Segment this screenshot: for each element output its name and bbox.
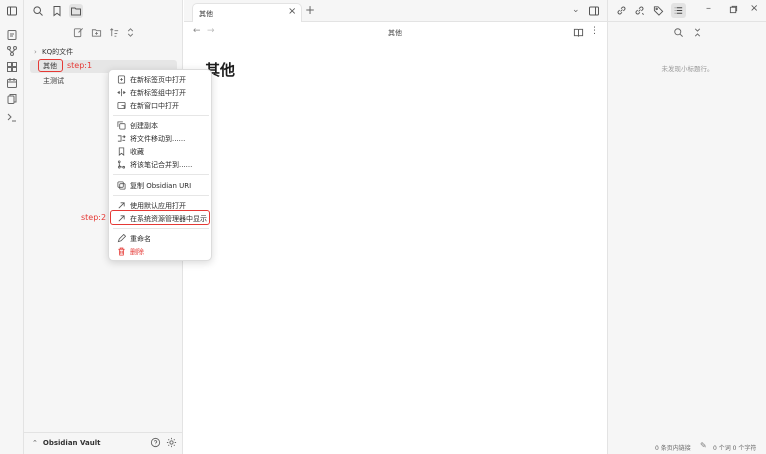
tree-folder-row[interactable]: › KQ的文件: [34, 46, 73, 58]
outline-collapse-icon[interactable]: [692, 27, 704, 39]
forward-arrow-icon[interactable]: →: [207, 26, 215, 36]
back-arrow-icon[interactable]: ←: [193, 26, 201, 36]
edit-pencil-icon[interactable]: ✎: [700, 441, 707, 450]
graph-icon[interactable]: [5, 44, 19, 58]
tree-item-main-test[interactable]: 主测试: [43, 75, 64, 87]
chevron-updown-icon: ⌃: [32, 439, 38, 447]
trash-icon: [116, 247, 126, 257]
calendar-icon[interactable]: [5, 76, 19, 90]
sidebar-toggle-icon[interactable]: [5, 4, 19, 18]
merge-icon: [116, 160, 126, 170]
menu-item-bookmark[interactable]: 收藏: [113, 146, 209, 157]
vault-switcher[interactable]: ⌃ Obsidian Vault: [32, 437, 100, 449]
vault-name: Obsidian Vault: [42, 439, 101, 447]
copy-icon: [116, 121, 126, 131]
terminal-icon[interactable]: [5, 110, 19, 124]
help-icon[interactable]: [150, 437, 161, 448]
outline-tab-icon[interactable]: [671, 3, 686, 18]
step2-label: step:2: [81, 213, 107, 222]
menu-separator: [113, 195, 209, 196]
bookmarks-icon[interactable]: [50, 4, 64, 18]
tab-close-icon[interactable]: ×: [288, 6, 296, 17]
move-icon: [116, 134, 126, 144]
external-arrow-icon: [116, 201, 126, 211]
menu-item-open-new-tab[interactable]: 在新标签页中打开: [113, 74, 209, 85]
right-sidebar-header: – ×: [607, 0, 766, 22]
maximize-icon[interactable]: [729, 5, 738, 14]
backlinks-count[interactable]: 0 条页内链接: [655, 443, 691, 452]
left-ribbon: [0, 0, 24, 454]
menu-item-copy-uri[interactable]: 复制 Obsidian URI: [113, 180, 209, 191]
new-tab-file-icon: [116, 75, 126, 85]
tab-list-chevron-icon[interactable]: ⌄: [572, 5, 580, 15]
status-bar: 0 条页内链接 ✎ 0 个词 0 个字符: [607, 438, 766, 454]
menu-separator: [113, 228, 209, 229]
tree-item-other[interactable]: 其他: [43, 60, 57, 72]
sort-icon[interactable]: [108, 26, 120, 38]
search-icon[interactable]: [31, 4, 45, 18]
menu-item-rename[interactable]: 重命名: [113, 233, 209, 244]
right-sidebar-toggle-icon[interactable]: [588, 5, 600, 17]
menu-item-move-file[interactable]: 将文件移动到......: [113, 133, 209, 144]
files-tab-icon[interactable]: [69, 4, 83, 18]
menu-item-open-new-window[interactable]: 在新窗口中打开: [113, 100, 209, 111]
reading-view-icon[interactable]: [573, 27, 584, 38]
menu-item-merge-note[interactable]: 将该笔记合并到......: [113, 159, 209, 170]
more-options-icon[interactable]: ⋮: [590, 26, 599, 36]
step2-highlight-box: [110, 210, 210, 225]
outline-empty-text: 未发现小标题行。: [661, 65, 714, 73]
tab-label: 其他: [199, 10, 213, 18]
menu-item-open-new-group[interactable]: 在新标签组中打开: [113, 87, 209, 98]
split-icon: [116, 88, 126, 98]
menu-item-delete[interactable]: 删除: [113, 246, 209, 257]
tags-icon[interactable]: [653, 5, 664, 16]
new-note-icon[interactable]: [72, 26, 84, 38]
close-window-icon[interactable]: ×: [750, 3, 758, 14]
file-context-menu: 在新标签页中打开 在新标签组中打开 在新窗口中打开 创建副本 将文件移动到...…: [108, 69, 212, 261]
sidebar-footer-divider: [24, 432, 183, 433]
outline-search-icon[interactable]: [673, 27, 685, 39]
canvas-icon[interactable]: [5, 60, 19, 74]
minimize-icon[interactable]: –: [706, 3, 711, 14]
menu-separator: [113, 174, 209, 175]
daily-note-icon[interactable]: [5, 28, 19, 42]
templates-icon[interactable]: [5, 92, 19, 106]
chevron-right-icon: ›: [34, 48, 37, 56]
outline-panel: 未发现小标题行。: [607, 22, 766, 438]
tab-other[interactable]: 其他 ×: [192, 3, 302, 22]
new-tab-icon[interactable]: +: [305, 3, 315, 17]
backlinks-icon[interactable]: [616, 5, 627, 16]
folder-label: KQ的文件: [42, 48, 74, 56]
link-icon: [116, 181, 126, 191]
word-char-count: 0 个词 0 个字符: [713, 445, 757, 452]
settings-gear-icon[interactable]: [166, 437, 177, 448]
new-folder-icon[interactable]: [90, 26, 102, 38]
menu-item-duplicate[interactable]: 创建副本: [113, 120, 209, 131]
collapse-all-icon[interactable]: [124, 26, 136, 38]
outgoing-links-icon[interactable]: [634, 5, 645, 16]
view-header-title[interactable]: 其他: [388, 28, 402, 38]
pencil-icon: [116, 234, 126, 244]
editor-pane: ← → 其他 ⋮ 其他: [184, 22, 607, 454]
menu-separator: [113, 115, 209, 116]
bookmark-icon: [116, 147, 126, 157]
step1-label: step:1: [67, 61, 93, 70]
new-window-icon: [116, 101, 126, 111]
